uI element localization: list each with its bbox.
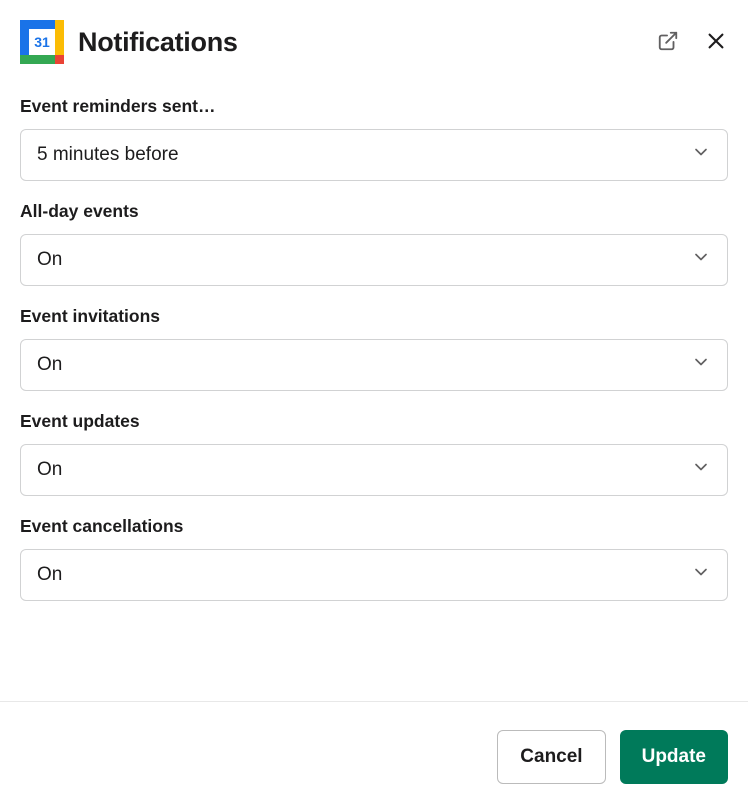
- modal-title: Notifications: [78, 27, 642, 58]
- select-value: 5 minutes before: [37, 144, 179, 166]
- select-value: On: [37, 354, 62, 376]
- field-event-updates: Event updates On: [20, 411, 728, 496]
- select-value: On: [37, 564, 62, 586]
- update-button[interactable]: Update: [620, 730, 728, 784]
- chevron-down-icon: [691, 247, 711, 273]
- google-calendar-icon: 31: [20, 20, 64, 64]
- chevron-down-icon: [691, 352, 711, 378]
- select-all-day-events[interactable]: On: [20, 234, 728, 286]
- modal-content: Event reminders sent… 5 minutes before A…: [0, 84, 748, 601]
- field-label: Event invitations: [20, 306, 728, 327]
- select-event-reminders[interactable]: 5 minutes before: [20, 129, 728, 181]
- chevron-down-icon: [691, 457, 711, 483]
- modal-header: 31 Notifications: [0, 0, 748, 84]
- field-label: Event reminders sent…: [20, 96, 728, 117]
- header-actions: [656, 30, 728, 54]
- field-label: All-day events: [20, 201, 728, 222]
- field-event-invitations: Event invitations On: [20, 306, 728, 391]
- chevron-down-icon: [691, 142, 711, 168]
- cancel-button[interactable]: Cancel: [497, 730, 605, 784]
- chevron-down-icon: [691, 562, 711, 588]
- field-event-cancellations: Event cancellations On: [20, 516, 728, 601]
- select-value: On: [37, 459, 62, 481]
- field-all-day-events: All-day events On: [20, 201, 728, 286]
- close-icon: [705, 30, 727, 55]
- modal-footer: Cancel Update: [497, 730, 728, 784]
- select-value: On: [37, 249, 62, 271]
- field-label: Event cancellations: [20, 516, 728, 537]
- open-external-button[interactable]: [656, 30, 680, 54]
- field-event-reminders: Event reminders sent… 5 minutes before: [20, 96, 728, 181]
- select-event-updates[interactable]: On: [20, 444, 728, 496]
- field-label: Event updates: [20, 411, 728, 432]
- svg-text:31: 31: [34, 34, 50, 50]
- close-button[interactable]: [704, 30, 728, 54]
- select-event-invitations[interactable]: On: [20, 339, 728, 391]
- select-event-cancellations[interactable]: On: [20, 549, 728, 601]
- open-external-icon: [657, 30, 679, 55]
- footer-divider: [0, 701, 748, 702]
